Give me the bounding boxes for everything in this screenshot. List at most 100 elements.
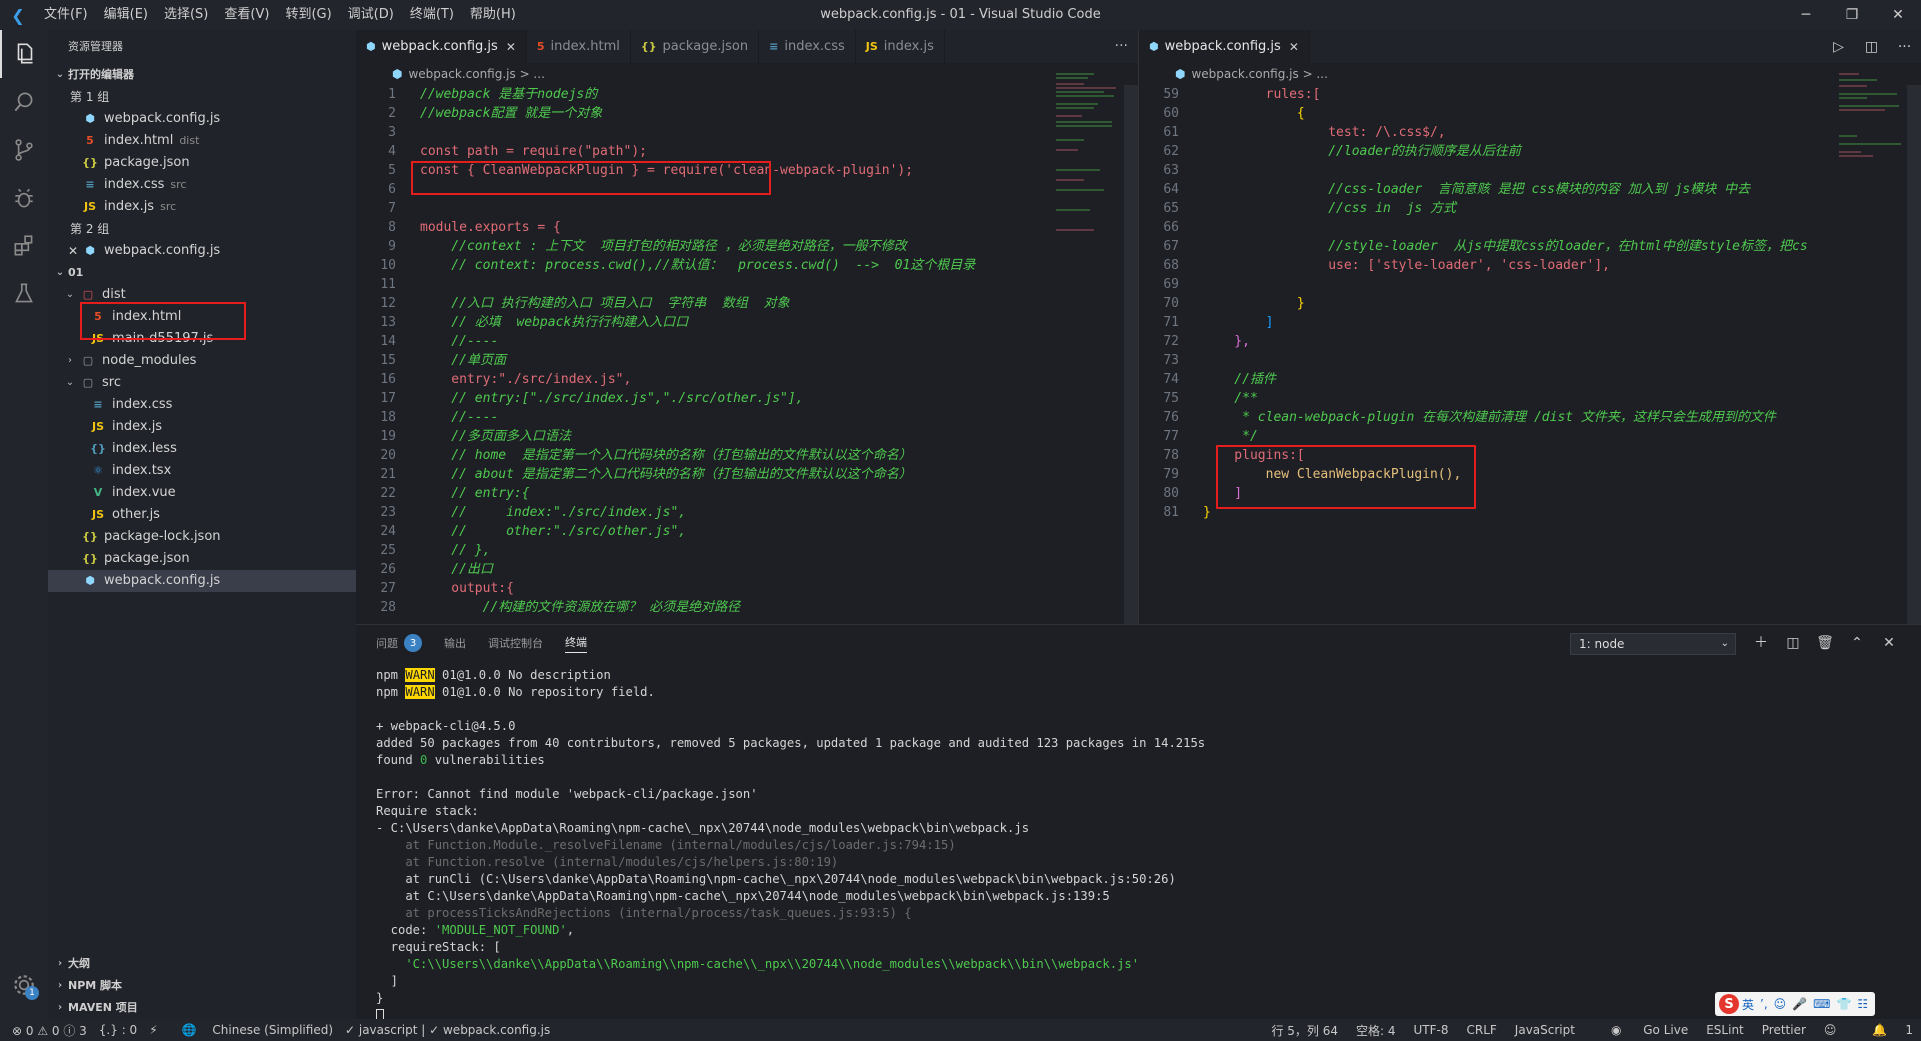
open-editor-item[interactable]: ✕ ⬢ webpack.config.js: [48, 240, 356, 262]
maximize-button[interactable]: ❐: [1829, 0, 1875, 30]
minimap[interactable]: [1837, 70, 1907, 270]
tab-index-html[interactable]: 5 index.html: [527, 30, 631, 63]
tab-index-js[interactable]: JS index.js: [856, 30, 945, 63]
tab-problems[interactable]: 问题 3: [376, 634, 422, 652]
file-item[interactable]: {} package-lock.json: [48, 526, 356, 548]
prettier-status[interactable]: Prettier: [1762, 1023, 1806, 1037]
minimap[interactable]: [1054, 70, 1124, 270]
tab-terminal[interactable]: 终端: [565, 634, 587, 653]
terminal-select[interactable]: 1: node ⌄: [1570, 633, 1736, 655]
css-icon: ≡: [93, 398, 103, 411]
language-pack-status[interactable]: 🌐 Chinese (Simplified): [170, 1023, 333, 1037]
line-ending[interactable]: CRLF: [1466, 1023, 1496, 1037]
editor1-scrollbar[interactable]: [1124, 85, 1138, 624]
linter-status[interactable]: ✓ javascript | ✓ webpack.config.js: [345, 1023, 550, 1037]
tab-webpack-config[interactable]: ⬢ webpack.config.js ✕: [356, 30, 527, 63]
go-live-button[interactable]: ◉ Go Live: [1593, 1023, 1688, 1037]
code-area[interactable]: 59 rules:[ 60 { 61 test: /\.css$/, 62 //…: [1139, 85, 1921, 624]
file-item[interactable]: Vindex.vue: [48, 482, 356, 504]
file-item[interactable]: ⚛ index.tsx: [48, 460, 356, 482]
open-editor-item[interactable]: 5 index.html dist: [48, 130, 356, 152]
json-icon: {}: [82, 156, 98, 169]
plug-icon[interactable]: ⚡: [149, 1023, 157, 1037]
close-icon[interactable]: ✕: [68, 240, 82, 262]
close-window-button[interactable]: ✕: [1875, 0, 1921, 30]
menu-help[interactable]: 帮助(H): [462, 0, 524, 30]
indentation[interactable]: 空格: 4: [1356, 1022, 1396, 1039]
maximize-panel-icon[interactable]: ⌃: [1841, 631, 1873, 655]
menu-file[interactable]: 文件(F): [36, 0, 96, 30]
file-item[interactable]: JS index.js: [48, 416, 356, 438]
eslint-status[interactable]: ESLint: [1706, 1023, 1744, 1037]
extensions-icon[interactable]: [0, 222, 48, 270]
run-icon[interactable]: ▷: [1822, 39, 1855, 55]
encoding[interactable]: UTF-8: [1414, 1023, 1449, 1037]
close-panel-icon[interactable]: ✕: [1873, 631, 1905, 655]
open-editor-item[interactable]: JS index.js src: [48, 196, 356, 218]
language-mode[interactable]: JavaScript: [1515, 1023, 1575, 1037]
brace-status[interactable]: {.} : 0: [99, 1023, 137, 1037]
tab-index-css[interactable]: ≡ index.css: [759, 30, 856, 63]
ime-lang-label[interactable]: 英: [1742, 996, 1754, 1013]
menu-go[interactable]: 转到(G): [277, 0, 339, 30]
tab-webpack-config-2[interactable]: ⬢ webpack.config.js ✕: [1139, 30, 1310, 63]
tab-output[interactable]: 输出: [444, 635, 466, 651]
file-item[interactable]: {} package.json: [48, 548, 356, 570]
close-icon[interactable]: ✕: [1289, 40, 1299, 54]
menu-selection[interactable]: 选择(S): [156, 0, 216, 30]
folder-src[interactable]: ⌄ ▢ src: [48, 372, 356, 394]
close-icon[interactable]: ✕: [506, 40, 516, 54]
menu-edit[interactable]: 编辑(E): [96, 0, 156, 30]
menu-view[interactable]: 查看(V): [216, 0, 277, 30]
ime-mic-icon[interactable]: 🎤: [1792, 997, 1807, 1011]
trash-icon[interactable]: 🗑: [1809, 631, 1841, 655]
feedback-icon[interactable]: ☺: [1824, 1023, 1837, 1037]
split-terminal-icon[interactable]: ◫: [1777, 631, 1809, 655]
settings-gear-icon[interactable]: 1: [0, 961, 48, 1009]
tab-package-json[interactable]: {} package.json: [631, 30, 760, 63]
menu-debug[interactable]: 调试(D): [340, 0, 402, 30]
search-icon[interactable]: [0, 78, 48, 126]
more-actions-icon[interactable]: ···: [1115, 30, 1128, 63]
folder-dist[interactable]: ⌄ ▢ dist: [48, 284, 356, 306]
ime-punct-icon[interactable]: ’,: [1760, 997, 1768, 1011]
file-item[interactable]: JS main-d55197.js: [48, 328, 356, 350]
explorer-icon[interactable]: [0, 30, 48, 78]
split-editor-icon[interactable]: ◫: [1855, 39, 1888, 55]
project-section[interactable]: ⌄ 01: [48, 262, 356, 284]
file-item[interactable]: 5 index.html: [48, 306, 356, 328]
minimize-button[interactable]: ─: [1783, 0, 1829, 30]
source-control-icon[interactable]: [0, 126, 48, 174]
more-actions-icon[interactable]: ···: [1888, 39, 1921, 55]
ime-skin-icon[interactable]: 👕: [1836, 997, 1851, 1011]
ime-toolbar[interactable]: S 英 ’, ☺ 🎤 ⌨ 👕 ☷: [1715, 992, 1876, 1016]
maven-section[interactable]: › MAVEN 项目: [48, 997, 356, 1019]
file-item[interactable]: {} index.less: [48, 438, 356, 460]
test-flask-icon[interactable]: [0, 270, 48, 318]
new-terminal-icon[interactable]: ＋: [1745, 631, 1777, 655]
notifications-button[interactable]: 🔔 1: [1854, 1023, 1913, 1037]
terminal-output[interactable]: npm WARN 01@1.0.0 No description npm WAR…: [376, 661, 1921, 1023]
open-editors-section[interactable]: ⌄ 打开的编辑器: [48, 64, 356, 86]
npm-scripts-section[interactable]: › NPM 脚本: [48, 975, 356, 997]
cursor-position[interactable]: 行 5，列 64: [1271, 1022, 1338, 1039]
debug-icon[interactable]: [0, 174, 48, 222]
file-item[interactable]: JS other.js: [48, 504, 356, 526]
file-item-selected[interactable]: ⬢ webpack.config.js: [48, 570, 356, 592]
ime-keyboard-icon[interactable]: ⌨: [1813, 997, 1830, 1011]
outline-section[interactable]: › 大纲: [48, 953, 356, 975]
tab-debug-console[interactable]: 调试控制台: [488, 635, 543, 651]
folder-node-modules[interactable]: › ▢ node_modules: [48, 350, 356, 372]
breadcrumb[interactable]: ⬢ webpack.config.js > ...: [356, 63, 1138, 85]
breadcrumb[interactable]: ⬢ webpack.config.js > ...: [1139, 63, 1921, 85]
menu-terminal[interactable]: 终端(T): [402, 0, 462, 30]
open-editor-item[interactable]: ≡ index.css src: [48, 174, 356, 196]
problems-status[interactable]: ⊗ 0 ⚠ 0 ⓘ 3: [12, 1022, 87, 1039]
open-editor-item[interactable]: {} package.json: [48, 152, 356, 174]
editor2-scrollbar[interactable]: [1907, 85, 1921, 624]
ime-emoji-icon[interactable]: ☺: [1774, 997, 1787, 1011]
open-editor-item[interactable]: ⬢ webpack.config.js: [48, 108, 356, 130]
file-item[interactable]: ≡ index.css: [48, 394, 356, 416]
ime-menu-icon[interactable]: ☷: [1857, 997, 1868, 1011]
code-area[interactable]: 1//webpack 是基于nodejs的 2//webpack配置 就是一个对…: [356, 85, 1138, 624]
